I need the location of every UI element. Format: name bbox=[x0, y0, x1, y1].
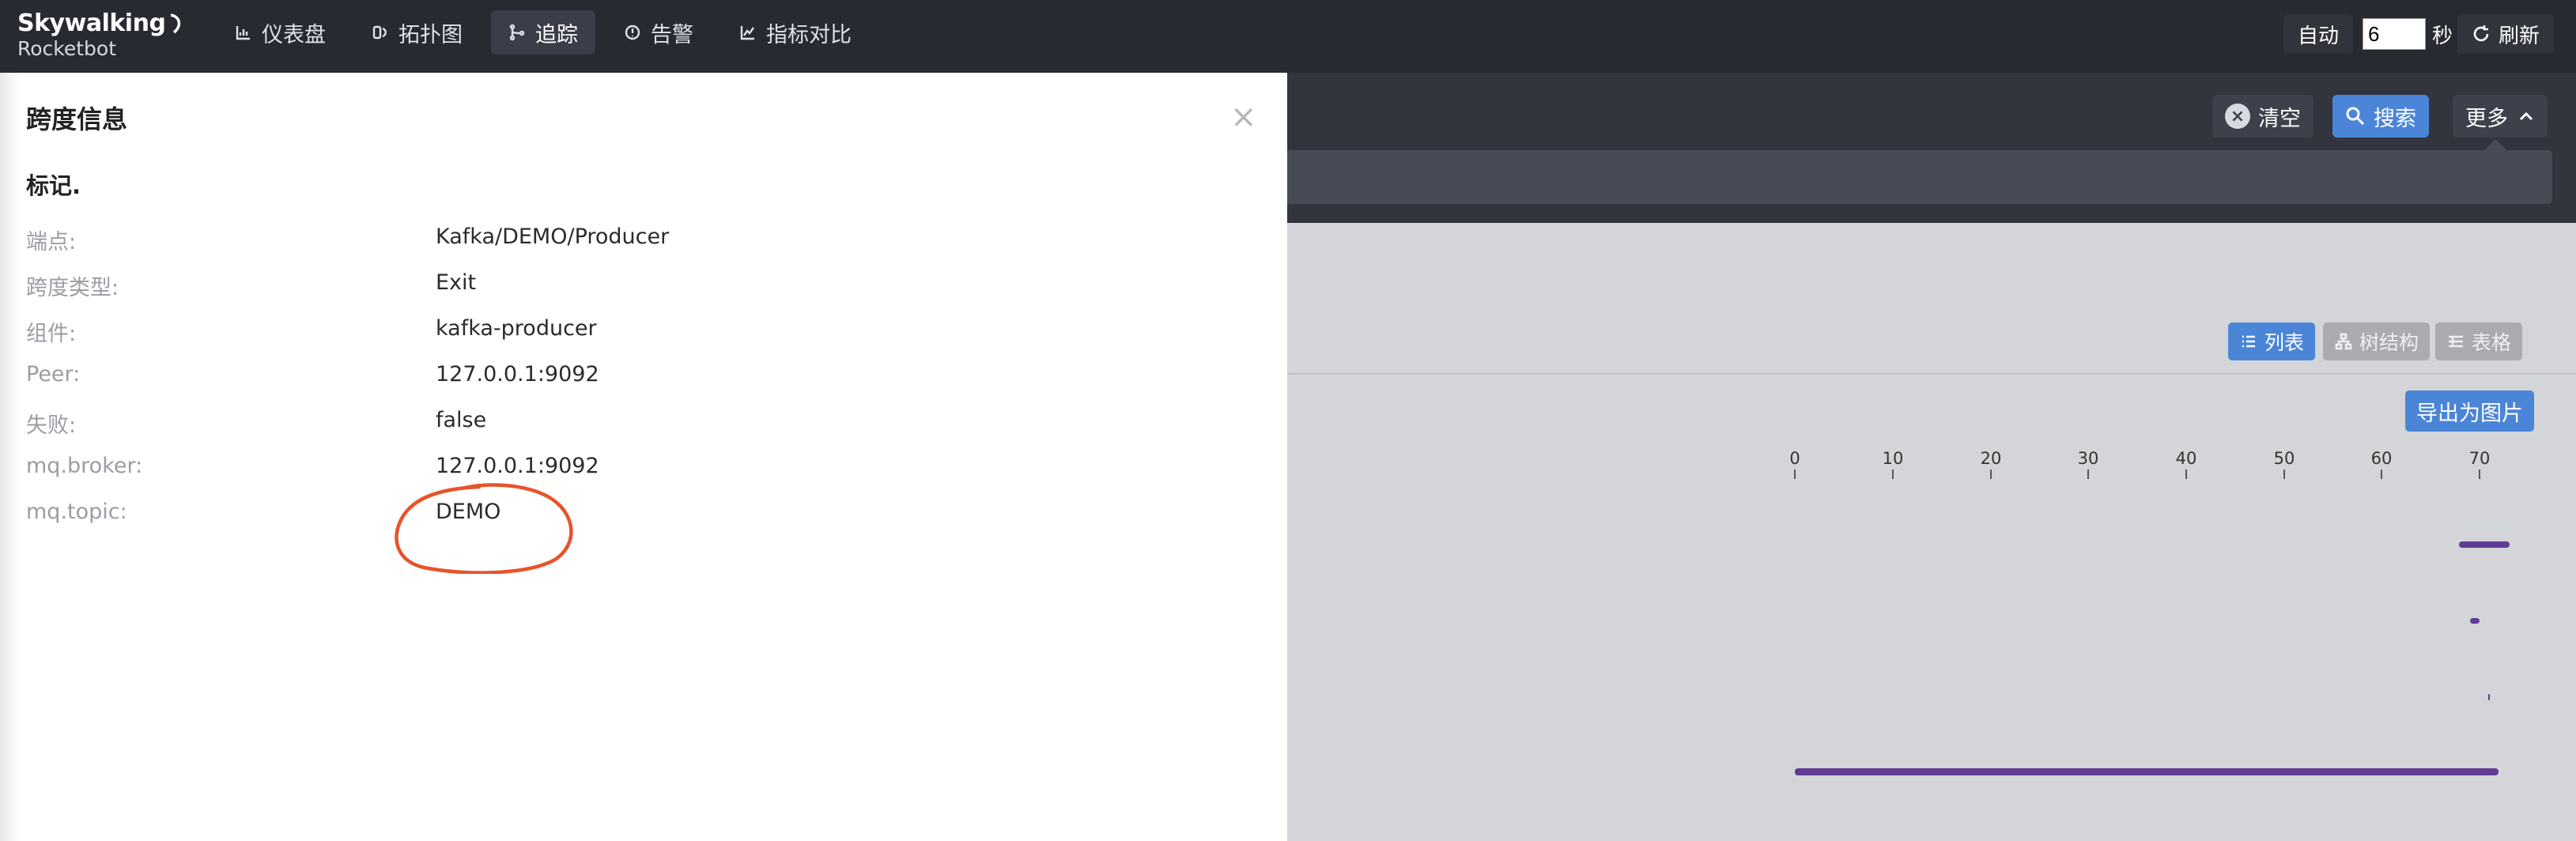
annotation-circle bbox=[395, 483, 573, 574]
close-icon[interactable]: × bbox=[1230, 101, 1257, 133]
main-nav: 仪表盘 拓扑图 追踪 告警 指标对比 bbox=[217, 10, 880, 55]
search-icon bbox=[2346, 107, 2365, 126]
axis-tick-mark bbox=[2381, 470, 2382, 479]
refresh-button[interactable]: 刷新 bbox=[2457, 14, 2554, 54]
tag-key: 跨度类型: bbox=[26, 276, 119, 300]
refresh-controls: 自动 秒 刷新 bbox=[2283, 14, 2554, 54]
more-button[interactable]: 更多 bbox=[2453, 95, 2548, 138]
refresh-icon bbox=[2473, 25, 2489, 42]
tag-key: 失败: bbox=[26, 413, 77, 438]
axis-tick-label: 40 bbox=[2175, 449, 2197, 468]
tree-view-button[interactable]: 树结构 bbox=[2323, 322, 2431, 360]
search-button-label: 搜索 bbox=[2374, 106, 2416, 131]
axis-tick-label: 50 bbox=[2273, 449, 2295, 468]
drawer-edge-shadow bbox=[0, 73, 21, 841]
tag-value: kafka-producer bbox=[436, 316, 597, 341]
tag-row: 失败: false bbox=[26, 408, 1212, 439]
drawer-title: 跨度信息 bbox=[26, 104, 128, 134]
list-view-button[interactable]: 列表 bbox=[2228, 322, 2316, 360]
more-panel-pointer bbox=[2484, 139, 2506, 150]
tag-row: mq.broker: 127.0.0.1:9092 bbox=[26, 454, 1212, 485]
refresh-interval-input[interactable] bbox=[2362, 18, 2426, 50]
logo-swirl-icon bbox=[170, 13, 181, 34]
axis-tick-label: 70 bbox=[2468, 449, 2491, 468]
axis-tick-mark bbox=[2185, 470, 2187, 479]
table-view-button[interactable]: 表格 bbox=[2435, 322, 2523, 360]
interval-unit-label: 秒 bbox=[2431, 24, 2453, 48]
nav-item-label: 告警 bbox=[651, 22, 693, 47]
logo-main-text: Skywalking bbox=[17, 9, 166, 37]
tag-key: 组件: bbox=[26, 322, 77, 346]
tag-row: 组件: kafka-producer bbox=[26, 316, 1212, 348]
axis-tick-label: 0 bbox=[1789, 449, 1800, 468]
tag-row: 跨度类型: Exit bbox=[26, 270, 1212, 302]
table-icon bbox=[2449, 335, 2463, 348]
tags-section-title: 标记. bbox=[26, 172, 81, 199]
table-view-label: 表格 bbox=[2472, 331, 2512, 354]
alarm-icon bbox=[625, 25, 640, 40]
list-view-label: 列表 bbox=[2264, 331, 2305, 354]
span-bar[interactable] bbox=[2470, 618, 2480, 624]
tag-value: 127.0.0.1:9092 bbox=[436, 362, 599, 387]
tree-view-label: 树结构 bbox=[2359, 331, 2419, 354]
axis-tick-label: 20 bbox=[1980, 449, 2002, 468]
tag-row: mq.topic: DEMO bbox=[26, 500, 1212, 531]
axis-tick-mark bbox=[2087, 470, 2089, 479]
span-bar[interactable] bbox=[1795, 768, 2499, 775]
skywalking-logo[interactable]: Skywalking Rocketbot bbox=[17, 9, 183, 60]
axis-tick-mark bbox=[1794, 470, 1796, 479]
tag-key: mq.topic: bbox=[26, 500, 127, 524]
axis-tick-mark bbox=[1892, 470, 1894, 479]
nav-item-alarm[interactable]: 告警 bbox=[606, 10, 711, 55]
tag-row: Peer: 127.0.0.1:9092 bbox=[26, 362, 1212, 394]
tag-value: Exit bbox=[436, 270, 477, 295]
more-button-label: 更多 bbox=[2465, 106, 2508, 131]
refresh-button-label: 刷新 bbox=[2498, 24, 2540, 48]
nav-item-label: 追踪 bbox=[535, 22, 578, 47]
tag-key: Peer: bbox=[26, 362, 81, 387]
nav-item-label: 仪表盘 bbox=[262, 22, 326, 47]
logo-sub-text: Rocketbot bbox=[17, 37, 117, 60]
tree-icon bbox=[2335, 333, 2352, 350]
nav-item-topology[interactable]: 拓扑图 bbox=[354, 10, 480, 55]
trace-search-toolbar: × 清空 搜索 更多 bbox=[1287, 73, 2576, 223]
search-button[interactable]: 搜索 bbox=[2332, 95, 2429, 138]
clear-button-label: 清空 bbox=[2258, 106, 2301, 131]
axis-tick-mark bbox=[2479, 470, 2480, 479]
tag-value: 127.0.0.1:9092 bbox=[436, 454, 599, 478]
nav-item-dashboard[interactable]: 仪表盘 bbox=[217, 10, 343, 55]
nav-item-label: 拓扑图 bbox=[398, 22, 463, 47]
axis-tick-label: 10 bbox=[1882, 449, 1904, 468]
tag-row: 端点: Kafka/DEMO/Producer bbox=[26, 224, 1212, 256]
chart-icon bbox=[236, 26, 250, 40]
topology-icon bbox=[372, 25, 387, 40]
list-icon bbox=[2242, 335, 2255, 348]
axis-tick-mark bbox=[1990, 470, 1992, 479]
tag-key: mq.broker: bbox=[26, 454, 143, 478]
span-info-drawer: 跨度信息 × 标记. 端点: Kafka/DEMO/Producer 跨度类型:… bbox=[0, 73, 1287, 841]
axis-tick-mark bbox=[2283, 470, 2285, 479]
advanced-search-panel bbox=[1287, 150, 2552, 204]
chevron-up-icon bbox=[2519, 111, 2533, 121]
nav-item-label: 指标对比 bbox=[766, 22, 852, 47]
top-navigation-bar: Skywalking Rocketbot 仪表盘 拓扑图 追踪 告警 指标对比 … bbox=[0, 0, 2576, 73]
tag-value: Kafka/DEMO/Producer bbox=[436, 224, 670, 249]
span-bar[interactable] bbox=[2488, 694, 2490, 700]
export-image-button[interactable]: 导出为图片 bbox=[2405, 390, 2534, 432]
clear-button[interactable]: × 清空 bbox=[2212, 95, 2313, 138]
nav-item-trace[interactable]: 追踪 bbox=[491, 10, 595, 55]
axis-tick-label: 30 bbox=[2077, 449, 2099, 468]
auto-refresh-toggle[interactable]: 自动 bbox=[2283, 14, 2353, 54]
trace-icon bbox=[509, 24, 525, 41]
tag-key: 端点: bbox=[26, 230, 77, 255]
span-bar[interactable] bbox=[2459, 541, 2510, 548]
compare-icon bbox=[740, 26, 754, 40]
nav-item-compare[interactable]: 指标对比 bbox=[722, 10, 869, 55]
trace-divider bbox=[1287, 373, 2576, 375]
tag-value: false bbox=[436, 408, 487, 432]
axis-tick-label: 60 bbox=[2370, 449, 2393, 468]
clear-icon: × bbox=[2225, 104, 2250, 129]
